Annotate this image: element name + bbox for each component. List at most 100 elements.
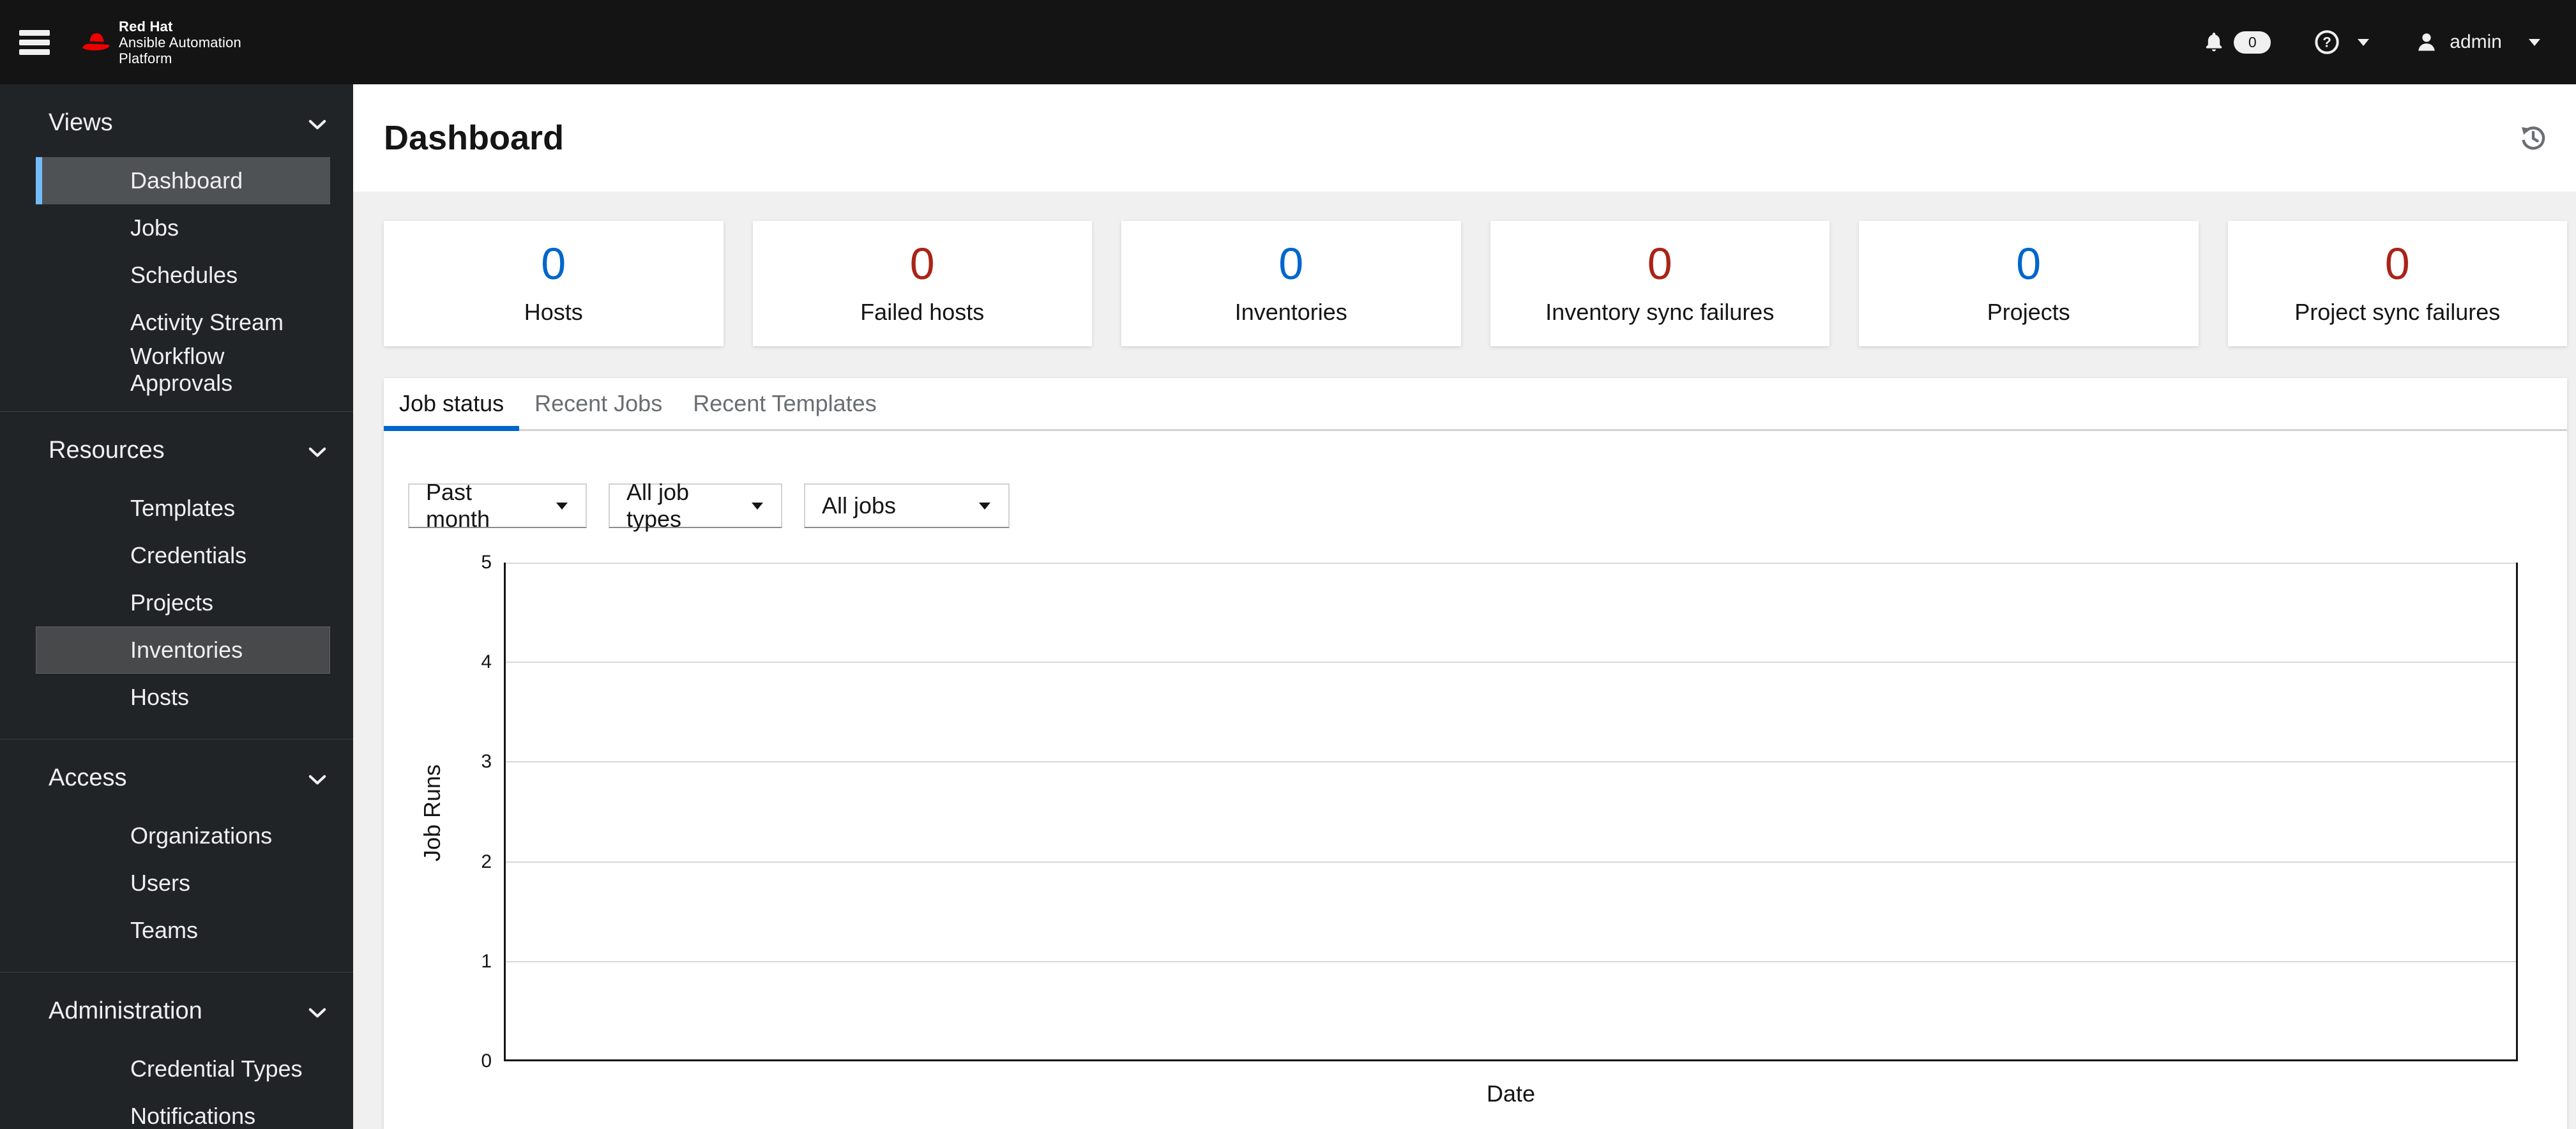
summary-card-failed-hosts[interactable]: 0 Failed hosts xyxy=(752,221,1092,346)
filter-select-past-month[interactable]: Past month xyxy=(408,479,587,532)
hamburger-icon xyxy=(19,29,50,36)
summary-card-project-sync-failures[interactable]: 0 Project sync failures xyxy=(2227,221,2567,346)
card-value: 0 xyxy=(1278,239,1304,289)
sidebar-item-workflow-approvals[interactable]: Workflow Approvals xyxy=(36,343,330,396)
summary-cards-row: 0 Hosts 0 Failed hosts 0 Inventories 0 Inventor… xyxy=(384,221,2567,346)
sidebar-item-inventories[interactable]: Inventories xyxy=(36,626,330,674)
job-status-panel: Job status Recent Jobs Recent Templates Pa… xyxy=(384,378,2567,1129)
summary-card-hosts[interactable]: 0 Hosts xyxy=(384,221,724,346)
y-tick-label: 2 xyxy=(481,851,492,872)
sidebar-item-jobs[interactable]: Jobs xyxy=(36,204,330,252)
card-label: Project sync failures xyxy=(2294,299,2501,325)
select-value: All jobs xyxy=(822,492,897,519)
app-layout: Views Dashboard Jobs Schedules Activity Stre… xyxy=(0,84,2576,1129)
brand-line1: Red Hat xyxy=(119,18,173,34)
select-value: All job types xyxy=(626,479,690,532)
sidebar-item-activity-stream[interactable]: Activity Stream xyxy=(36,299,330,346)
brand-logo: Red Hat Ansible Automation Platform xyxy=(80,19,241,66)
nav-list-administration: Credential Types Notifications xyxy=(36,1045,330,1129)
chevron-down-icon xyxy=(979,502,990,510)
filters-row: Past month All job types All jobs xyxy=(408,479,2567,532)
gridline xyxy=(506,861,2516,863)
chevron-down-icon xyxy=(556,502,568,510)
sidebar: Views Dashboard Jobs Schedules Activity Stre… xyxy=(0,84,353,1129)
user-icon xyxy=(2418,33,2436,51)
brand-line2: Ansible Automation xyxy=(119,34,241,50)
nav-list-resources: Templates Credentials Projects Inventories H… xyxy=(36,485,330,721)
chevron-down-icon xyxy=(752,502,763,510)
sidebar-item-teams[interactable]: Teams xyxy=(36,907,330,954)
username-label: admin xyxy=(2450,31,2502,52)
card-label: Inventory sync failures xyxy=(1545,299,1775,325)
summary-card-inventories[interactable]: 0 Inventories xyxy=(1121,221,1461,346)
nav-section-toggle-access[interactable]: Access xyxy=(0,759,353,797)
tabs-bar: Job status Recent Jobs Recent Templates xyxy=(384,378,2567,431)
masthead: Red Hat Ansible Automation Platform 0 ? xyxy=(0,0,2576,84)
y-tick-label: 1 xyxy=(481,950,492,972)
sidebar-item-notifications[interactable]: Notifications xyxy=(36,1093,330,1129)
chart-plot-area: 0 1 2 3 4 5 xyxy=(481,552,2518,1072)
nav-section-toggle-administration[interactable]: Administration xyxy=(0,992,353,1030)
help-menu-button[interactable]: ? xyxy=(2314,29,2370,55)
masthead-toolbar: 0 ? admin xyxy=(2203,29,2576,55)
chevron-down-icon xyxy=(308,764,326,792)
nav-section-toggle-views[interactable]: Views xyxy=(0,103,353,142)
nav-list-views: Dashboard Jobs Schedules Activity Stream Wor… xyxy=(36,157,330,396)
chevron-down-icon xyxy=(308,997,326,1025)
chevron-down-icon xyxy=(2529,38,2540,46)
card-value: 0 xyxy=(541,239,566,289)
history-icon xyxy=(2521,126,2545,150)
nav-section-label: Resources xyxy=(49,436,165,464)
summary-card-projects[interactable]: 0 Projects xyxy=(1859,221,2199,346)
y-tick-label: 4 xyxy=(481,651,492,673)
card-label: Projects xyxy=(1987,299,2070,325)
sidebar-item-schedules[interactable]: Schedules xyxy=(36,252,330,299)
chart-x-axis-title: Date xyxy=(1486,1080,1536,1107)
question-circle-icon: ? xyxy=(2315,30,2339,54)
nav-section-views: Views Dashboard Jobs Schedules Activity Stre… xyxy=(0,84,353,411)
summary-card-inventory-sync-failures[interactable]: 0 Inventory sync failures xyxy=(1490,221,1830,346)
redhat-fedora-icon xyxy=(82,33,110,50)
sidebar-item-users[interactable]: Users xyxy=(36,860,330,907)
chart-y-axis-title: Job Runs xyxy=(419,764,445,862)
sidebar-item-organizations[interactable]: Organizations xyxy=(36,812,330,860)
tab-recent-templates[interactable]: Recent Templates xyxy=(678,378,892,429)
tab-job-status[interactable]: Job status xyxy=(384,378,520,431)
gridline xyxy=(506,563,2516,564)
notifications-button[interactable]: 0 xyxy=(2203,31,2271,54)
notification-count-badge: 0 xyxy=(2234,31,2271,54)
card-value: 0 xyxy=(909,239,935,289)
job-runs-chart: Job Runs 0 1 2 3 4 5 Date xyxy=(384,552,2567,1107)
sidebar-item-credentials[interactable]: Credentials xyxy=(36,532,330,579)
gridline xyxy=(506,960,2516,962)
sidebar-item-dashboard[interactable]: Dashboard xyxy=(36,157,330,204)
sidebar-item-projects[interactable]: Projects xyxy=(36,579,330,626)
sidebar-item-templates[interactable]: Templates xyxy=(36,485,330,532)
gridline xyxy=(506,662,2516,663)
sidebar-item-hosts[interactable]: Hosts xyxy=(36,674,330,721)
refresh-history-button[interactable] xyxy=(2519,123,2548,153)
brand-line3: Platform xyxy=(119,50,172,66)
page-title: Dashboard xyxy=(384,119,564,157)
filter-select-all-jobs[interactable]: All jobs xyxy=(804,483,1010,528)
sidebar-item-credential-types[interactable]: Credential Types xyxy=(36,1045,330,1093)
main-area: Dashboard 0 Hosts 0 Failed hosts 0 Inventorie… xyxy=(353,84,2576,1129)
brand-text: Red Hat Ansible Automation Platform xyxy=(119,19,241,66)
nav-toggle-button[interactable] xyxy=(19,26,50,59)
tab-recent-jobs[interactable]: Recent Jobs xyxy=(519,378,678,429)
card-label: Hosts xyxy=(524,299,583,325)
nav-section-toggle-resources[interactable]: Resources xyxy=(0,431,353,469)
y-tick-label: 3 xyxy=(481,751,492,773)
card-value: 0 xyxy=(2384,239,2410,289)
nav-section-label: Views xyxy=(49,109,113,136)
filter-select-all-job-types[interactable]: All job types xyxy=(609,479,782,532)
gridline xyxy=(506,761,2516,763)
user-menu-button[interactable]: admin xyxy=(2415,31,2540,54)
chevron-down-icon xyxy=(308,437,326,464)
y-tick-label: 5 xyxy=(481,552,492,573)
card-label: Failed hosts xyxy=(860,299,985,325)
select-value: Past month xyxy=(426,479,490,532)
nav-section-access: Access Organizations Users Teams xyxy=(0,739,353,972)
bell-icon xyxy=(2206,33,2222,52)
nav-list-access: Organizations Users Teams xyxy=(36,812,330,954)
